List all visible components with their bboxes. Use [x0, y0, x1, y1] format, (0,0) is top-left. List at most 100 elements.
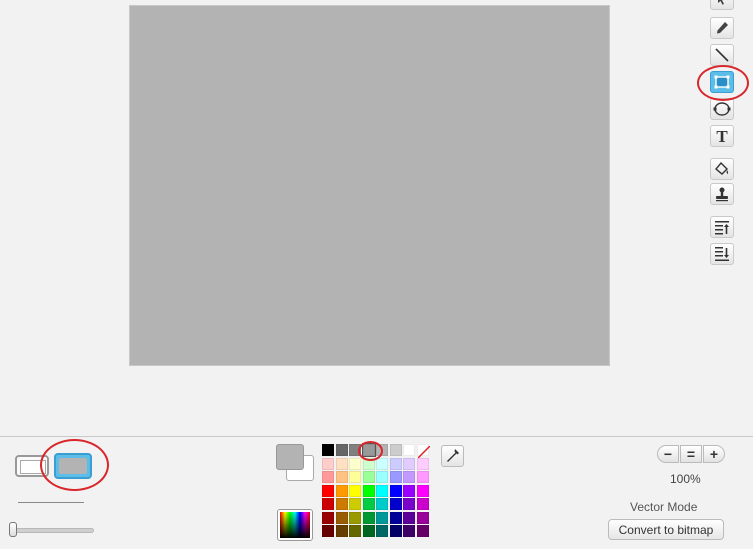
fill-tool[interactable]	[710, 158, 734, 180]
filled-shape-button[interactable]	[54, 453, 92, 479]
ellipse-tool[interactable]	[710, 98, 734, 120]
palette-color-swatch[interactable]	[349, 484, 361, 497]
palette-color-swatch[interactable]	[362, 457, 375, 470]
palette-color-swatch[interactable]	[376, 498, 388, 510]
zoom-level: 100%	[670, 472, 701, 486]
line-width-slider[interactable]	[12, 528, 94, 533]
palette-color-swatch[interactable]	[361, 443, 376, 457]
color-palette	[322, 443, 431, 537]
text-tool[interactable]: T	[710, 125, 734, 147]
palette-color-swatch[interactable]	[335, 484, 348, 497]
primary-color-swatch[interactable]	[276, 444, 304, 470]
no-color-icon	[416, 445, 431, 459]
zoom-in-button[interactable]: +	[703, 445, 725, 463]
arrow-icon	[718, 0, 726, 5]
palette-color-swatch[interactable]	[322, 457, 334, 470]
line-icon	[715, 48, 729, 62]
line-width-preview	[18, 502, 84, 503]
stamp-tool[interactable]	[710, 183, 734, 205]
rectangle-tool[interactable]	[710, 71, 734, 93]
palette-color-swatch[interactable]	[389, 457, 402, 470]
palette-color-swatch[interactable]	[362, 498, 375, 510]
palette-color-swatch[interactable]	[403, 498, 415, 510]
color-spectrum[interactable]	[280, 512, 310, 538]
palette-color-swatch[interactable]	[349, 525, 361, 537]
back-layer-button[interactable]	[710, 243, 734, 265]
palette-color-swatch[interactable]	[322, 444, 334, 456]
zoom-out-button[interactable]: −	[657, 445, 679, 463]
zoom-reset-button[interactable]: =	[680, 445, 702, 463]
palette-color-swatch[interactable]	[389, 525, 402, 537]
paintbrush-tool[interactable]	[710, 17, 734, 39]
palette-color-swatch[interactable]	[376, 525, 388, 537]
line-tool[interactable]	[710, 44, 734, 66]
editor-mode-label: Vector Mode	[630, 500, 698, 514]
palette-color-swatch[interactable]	[403, 511, 415, 524]
bottom-panel: − = + 100% Vector Mode Convert to bitmap	[0, 436, 753, 549]
transparent-color-swatch[interactable]	[416, 444, 431, 459]
select-tool[interactable]	[710, 0, 734, 10]
color-gradient-picker[interactable]	[277, 509, 313, 541]
palette-color-swatch[interactable]	[349, 511, 361, 524]
palette-color-swatch[interactable]	[403, 471, 415, 483]
palette-color-swatch[interactable]	[335, 444, 348, 456]
drawing-canvas[interactable]	[129, 5, 610, 366]
palette-color-swatch[interactable]	[416, 471, 429, 483]
palette-color-swatch[interactable]	[349, 471, 361, 483]
palette-color-swatch[interactable]	[389, 498, 402, 510]
palette-color-swatch[interactable]	[322, 484, 334, 497]
palette-color-swatch[interactable]	[389, 444, 402, 456]
palette-color-swatch[interactable]	[349, 457, 361, 470]
paint-editor: T − = + 100% Vector Mode Convert to bitm	[0, 0, 753, 549]
palette-color-swatch[interactable]	[376, 511, 388, 524]
layer-down-icon	[715, 247, 729, 261]
palette-color-swatch[interactable]	[416, 498, 429, 510]
palette-color-swatch[interactable]	[362, 511, 375, 524]
palette-color-swatch[interactable]	[335, 511, 348, 524]
palette-color-swatch[interactable]	[322, 471, 334, 483]
palette-color-swatch[interactable]	[403, 457, 415, 470]
palette-color-swatch[interactable]	[389, 511, 402, 524]
palette-color-swatch[interactable]	[416, 525, 429, 537]
palette-color-swatch[interactable]	[335, 471, 348, 483]
palette-color-swatch[interactable]	[376, 444, 388, 456]
palette-color-swatch[interactable]	[416, 511, 429, 524]
zoom-out-icon: −	[663, 446, 673, 462]
palette-color-swatch[interactable]	[376, 457, 388, 470]
palette-color-swatch[interactable]	[403, 484, 415, 497]
stamp-icon	[716, 187, 728, 202]
eyedropper-button[interactable]	[441, 445, 464, 467]
zoom-in-icon: +	[709, 446, 719, 462]
palette-color-swatch[interactable]	[362, 525, 375, 537]
palette-color-swatch[interactable]	[403, 525, 415, 537]
palette-color-swatch[interactable]	[416, 457, 429, 470]
palette-color-swatch[interactable]	[349, 498, 361, 510]
palette-color-swatch[interactable]	[389, 484, 402, 497]
pencil-icon	[717, 22, 728, 34]
line-width-slider-thumb[interactable]	[9, 522, 17, 537]
paint-bucket-icon	[715, 161, 729, 175]
palette-color-swatch[interactable]	[335, 498, 348, 510]
convert-to-bitmap-button[interactable]: Convert to bitmap	[608, 519, 724, 540]
forward-layer-button[interactable]	[710, 216, 734, 238]
palette-color-swatch[interactable]	[376, 471, 388, 483]
layer-up-icon	[715, 221, 729, 235]
equals-icon: =	[686, 446, 696, 462]
ellipse-icon	[713, 102, 731, 116]
text-icon: T	[716, 126, 728, 146]
palette-color-swatch[interactable]	[322, 498, 334, 510]
palette-color-swatch[interactable]	[349, 444, 361, 456]
palette-color-swatch[interactable]	[322, 511, 334, 524]
palette-color-swatch[interactable]	[389, 471, 402, 483]
palette-color-swatch[interactable]	[376, 484, 388, 497]
palette-color-swatch[interactable]	[322, 525, 334, 537]
eyedropper-icon	[446, 449, 459, 462]
palette-color-swatch[interactable]	[362, 471, 375, 483]
palette-color-swatch[interactable]	[335, 525, 348, 537]
palette-color-swatch[interactable]	[362, 484, 375, 497]
outlined-shape-button[interactable]	[15, 455, 49, 477]
palette-color-swatch[interactable]	[335, 457, 348, 470]
palette-color-swatch[interactable]	[416, 484, 429, 497]
rectangle-icon	[714, 75, 730, 89]
palette-color-swatch[interactable]	[403, 444, 415, 456]
